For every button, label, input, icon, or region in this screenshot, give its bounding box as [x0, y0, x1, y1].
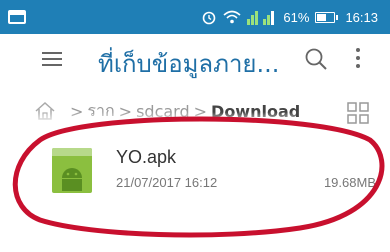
- search-icon[interactable]: [304, 47, 328, 71]
- hamburger-icon[interactable]: [42, 52, 62, 66]
- file-size: 19.68MB: [323, 175, 376, 190]
- file-date: 21/07/2017 16:12: [116, 175, 218, 190]
- alarm-icon: [203, 11, 216, 25]
- wifi-icon: [223, 10, 241, 24]
- status-icons: 61% 16:13: [201, 0, 378, 34]
- notification-icon: [8, 10, 26, 24]
- android-apk-icon: [52, 148, 92, 193]
- file-name[interactable]: YO.apk: [116, 147, 176, 168]
- breadcrumb-fade: [34, 112, 296, 130]
- battery-percent: 61%: [283, 9, 310, 25]
- overflow-menu-icon[interactable]: [356, 48, 360, 72]
- signal-icon: [247, 11, 275, 25]
- clock: 16:13: [345, 9, 378, 25]
- battery-icon: [315, 11, 339, 23]
- page-title: ที่เก็บข้อมูลภาย...: [98, 50, 280, 78]
- grid-view-icon[interactable]: [347, 102, 369, 124]
- status-bar: 61% 16:13: [0, 0, 390, 34]
